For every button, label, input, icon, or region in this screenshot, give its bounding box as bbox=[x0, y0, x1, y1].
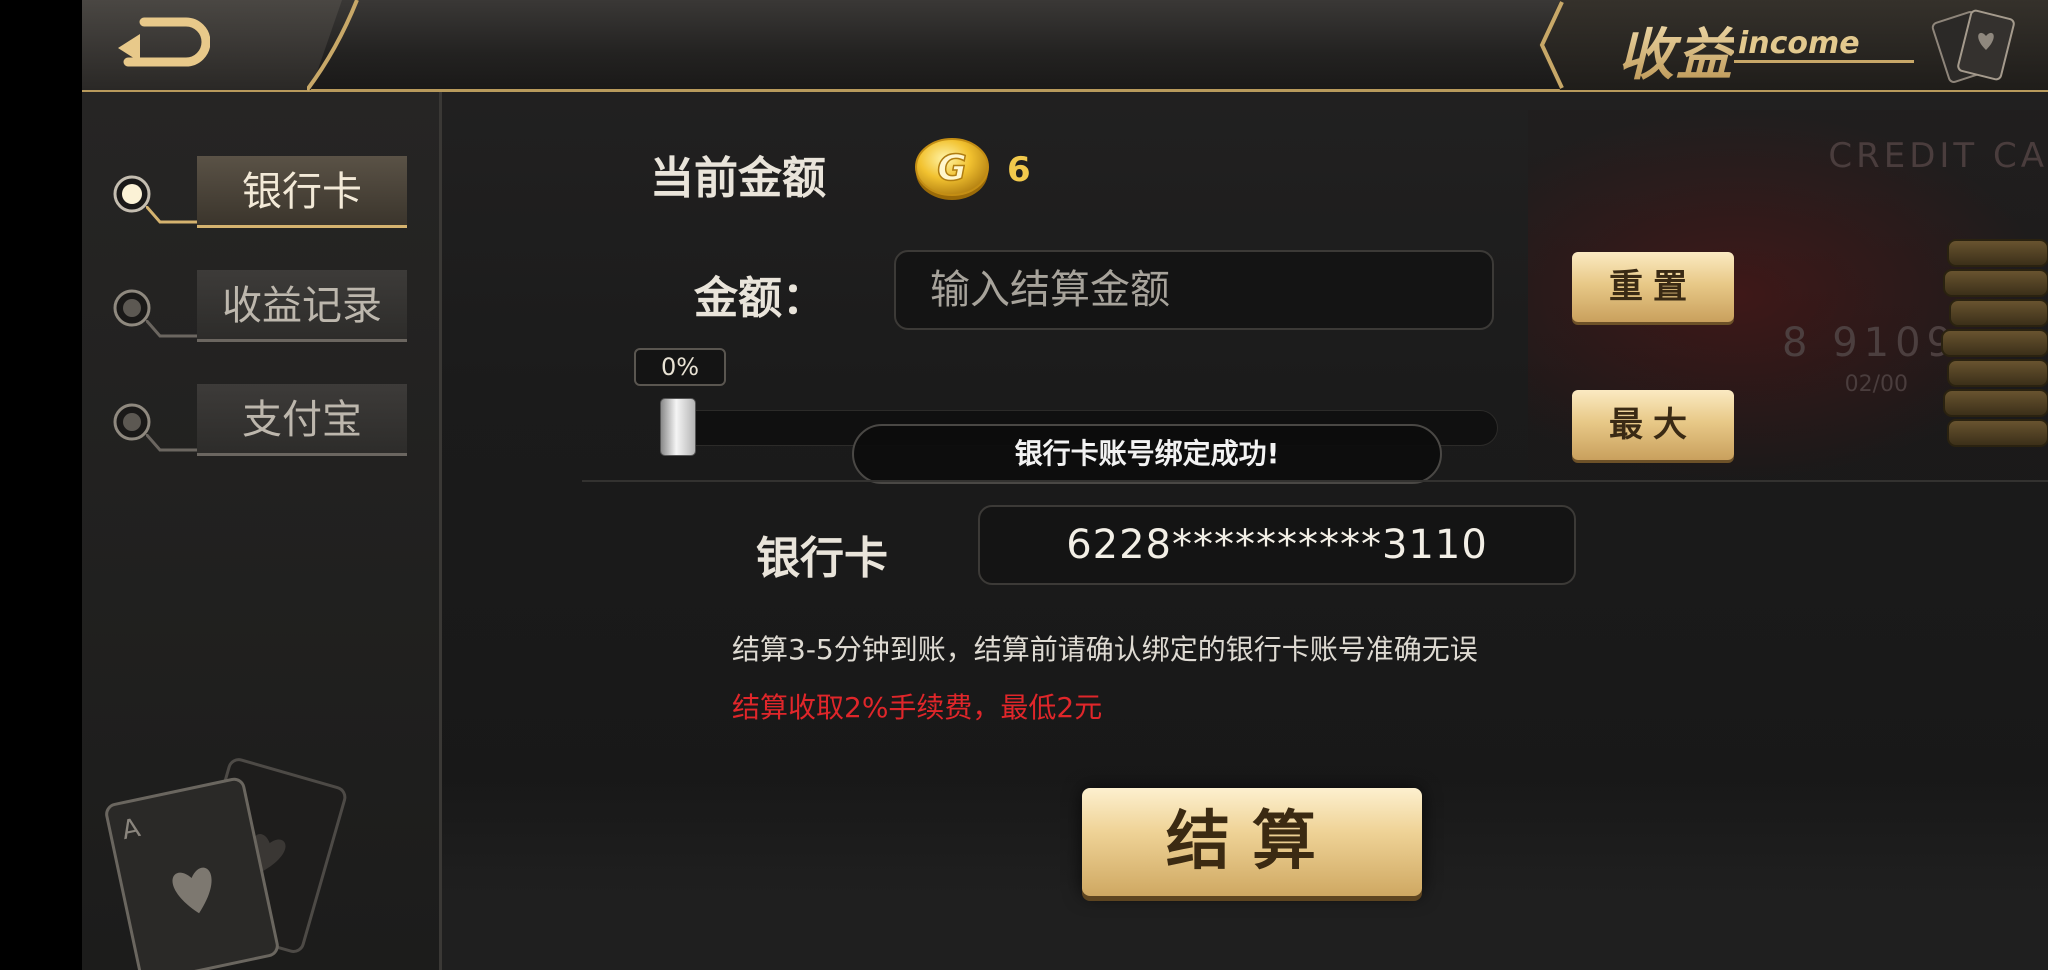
sidebar-item-income-records[interactable]: 收益记录 bbox=[112, 270, 412, 342]
reset-button[interactable]: 重置 bbox=[1572, 252, 1734, 322]
svg-text:G: G bbox=[937, 148, 967, 189]
sidebar: 银行卡 收益记录 支付宝 A bbox=[82, 92, 442, 970]
page-title-plate: 收益 income bbox=[1538, 0, 2048, 90]
ace-of-hearts-cards-icon: A bbox=[105, 758, 347, 970]
settle-button[interactable]: 结算 bbox=[1082, 788, 1422, 896]
back-arrow-icon bbox=[118, 17, 210, 67]
back-button[interactable] bbox=[82, 0, 342, 90]
current-balance-label: 当前金额 bbox=[650, 153, 826, 204]
credit-card-text: CREDIT CA bbox=[1828, 136, 2048, 176]
credit-card-number-decor: 8 9109 bbox=[1782, 320, 1958, 366]
amount-label: 金额： bbox=[694, 273, 826, 324]
amount-input[interactable] bbox=[894, 250, 1494, 330]
page-title: 收益 bbox=[1618, 10, 1734, 90]
current-balance-value: 6 bbox=[1007, 150, 1031, 190]
max-button[interactable]: 最大 bbox=[1572, 390, 1734, 460]
sidebar-item-label: 银行卡 bbox=[197, 156, 407, 228]
section-divider bbox=[582, 480, 2048, 482]
top-bar: 收益 income bbox=[82, 0, 2048, 92]
sidebar-item-label: 收益记录 bbox=[197, 270, 407, 342]
bank-card-label: 银行卡 bbox=[756, 533, 888, 584]
playing-cards-icon bbox=[1931, 9, 2015, 83]
topbar-gold-edge bbox=[307, 0, 359, 92]
sidebar-item-bank-card[interactable]: 银行卡 bbox=[112, 156, 412, 228]
title-underline bbox=[1734, 60, 1914, 63]
app-screen: CREDIT CA 8 9109 02/00 收益 income 银行卡 收益记… bbox=[82, 0, 2048, 970]
gold-g-coin-icon: G bbox=[915, 138, 989, 200]
credit-card-expiry-decor: 02/00 bbox=[1844, 372, 1908, 397]
sidebar-item-label: 支付宝 bbox=[197, 384, 407, 456]
slider-percent-badge: 0% bbox=[634, 348, 726, 386]
bank-card-number-field: 6228**********3110 bbox=[978, 505, 1576, 585]
sidebar-item-alipay[interactable]: 支付宝 bbox=[112, 384, 412, 456]
page-title-english: income bbox=[1738, 26, 1860, 61]
title-plate-edge bbox=[1539, 1, 1564, 89]
amount-slider-handle[interactable] bbox=[660, 398, 696, 456]
fee-notice: 结算收取2%手续费，最低2元 bbox=[732, 691, 1103, 724]
settlement-notice: 结算3-5分钟到账，结算前请确认绑定的银行卡账号准确无误 bbox=[732, 633, 1478, 666]
toast-message: 银行卡账号绑定成功! bbox=[852, 424, 1442, 484]
coin-stack-icon bbox=[1941, 239, 2048, 447]
